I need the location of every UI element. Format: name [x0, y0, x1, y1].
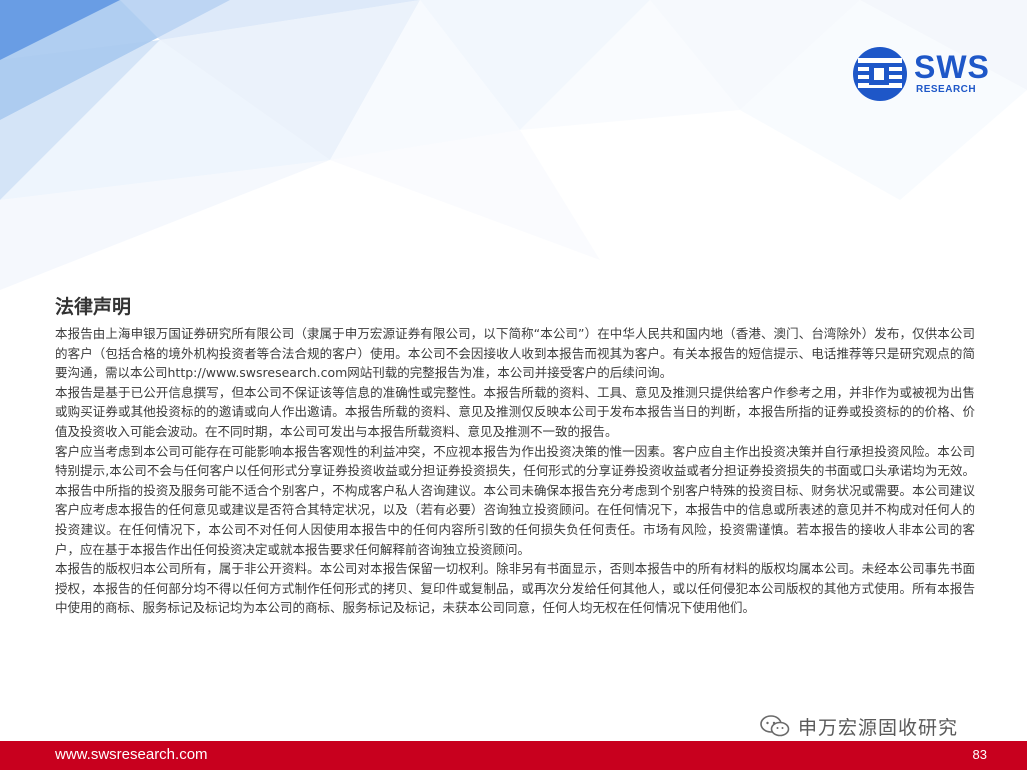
paragraph-conflict-risk: 客户应当考虑到本公司可能存在可能影响本报告客观性的利益冲突，不应视本报告为作出投…: [55, 443, 975, 557]
wechat-watermark: 申万宏源固收研究: [760, 711, 958, 741]
logo-text: SWS: [914, 49, 990, 85]
paragraph-copyright: 本报告的版权归本公司所有，属于非公开资料。本公司对本报告保留一切权利。除非另有书…: [55, 561, 975, 616]
legal-disclaimer-body: 本报告由上海申银万国证券研究所有限公司（隶属于申万宏源证券有限公司，以下简称“本…: [55, 324, 975, 618]
wechat-icon: [760, 715, 790, 737]
page-number: 83: [972, 747, 987, 762]
logo-subtext: RESEARCH: [916, 84, 977, 95]
footer-url-link[interactable]: www.swsresearch.com: [55, 746, 208, 763]
logo-mark-icon: [853, 47, 907, 101]
paragraph-information-basis: 本报告是基于已公开信息撰写，但本公司不保证该等信息的准确性或完整性。本报告所载的…: [55, 384, 975, 439]
paragraph-distribution: 本报告由上海申银万国证券研究所有限公司（隶属于申万宏源证券有限公司，以下简称“本…: [55, 326, 975, 381]
watermark-text: 申万宏源固收研究: [798, 716, 959, 739]
footer-bar: www.swsresearch.com 83: [0, 741, 1027, 770]
sws-research-logo: SWS RESEARCH: [852, 44, 1002, 104]
page-title: 法律声明: [55, 296, 132, 318]
